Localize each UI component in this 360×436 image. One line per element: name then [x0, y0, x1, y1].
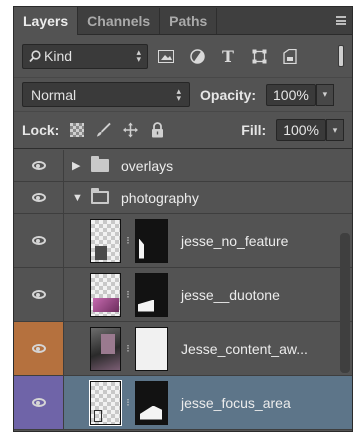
- updown-arrows-icon: ▴ ▾: [136, 47, 141, 64]
- blend-mode-select[interactable]: Normal ▴ ▾: [22, 82, 190, 107]
- folder-icon: [91, 156, 109, 172]
- opacity-dropdown-button[interactable]: ▾: [315, 83, 334, 106]
- updown-arrows-icon: ▴ ▾: [176, 85, 181, 103]
- layer-thumbnail: [90, 326, 121, 371]
- visibility-toggle[interactable]: [14, 322, 64, 375]
- shape-filter-icon[interactable]: [251, 48, 267, 64]
- link-icon: ⁝: [126, 397, 130, 409]
- eye-icon: [31, 398, 46, 407]
- tab-paths[interactable]: Paths: [160, 8, 218, 34]
- filter-kind-select[interactable]: Kind ▴ ▾: [22, 43, 148, 69]
- visibility-toggle[interactable]: [14, 214, 64, 267]
- lock-label: Lock:: [22, 122, 60, 138]
- layer-name: jesse_focus_area: [181, 394, 291, 411]
- fill-dropdown-button[interactable]: ▾: [326, 119, 344, 141]
- filter-toggle-switch[interactable]: [338, 45, 344, 67]
- eye-icon: [31, 290, 46, 299]
- tab-channels[interactable]: Channels: [78, 8, 161, 34]
- link-icon: ⁝: [126, 343, 130, 355]
- layer-name: jesse__duotone: [181, 286, 280, 303]
- fill-field[interactable]: 100%: [276, 119, 326, 141]
- layer-row-selected[interactable]: ⁝ jesse_focus_area: [14, 376, 352, 430]
- layer-row[interactable]: ⁝ Jesse_content_aw...: [14, 322, 352, 376]
- layer-mask-thumbnail: [135, 326, 168, 371]
- layer-row[interactable]: ⁝ jesse__duotone: [14, 268, 352, 322]
- opacity-label: Opacity:: [200, 86, 257, 103]
- eye-icon: [31, 161, 46, 170]
- lock-image-pixels-icon[interactable]: [96, 122, 112, 138]
- layer-mask-thumbnail: [135, 380, 168, 425]
- panel-menu-icon[interactable]: [330, 14, 346, 27]
- search-icon: [29, 49, 41, 62]
- layers-scrollbar[interactable]: [340, 233, 350, 373]
- group-name: overlays: [121, 157, 174, 174]
- layer-mask-thumbnail: [135, 218, 168, 263]
- layer-thumbnail: [90, 218, 121, 263]
- filter-kind-label: Kind: [44, 48, 73, 64]
- layer-thumbnail: [89, 379, 122, 426]
- lock-position-icon[interactable]: [123, 122, 139, 138]
- lock-all-icon[interactable]: [150, 122, 165, 138]
- layer-group-photography[interactable]: ▼ photography: [14, 182, 352, 214]
- lock-row: Lock: Fill: 100% ▾: [14, 111, 352, 149]
- eye-icon: [31, 193, 46, 202]
- open-folder-icon: [91, 188, 109, 204]
- tab-layers[interactable]: Layers: [14, 7, 79, 35]
- visibility-toggle[interactable]: [14, 376, 64, 429]
- smart-object-filter-icon[interactable]: [282, 48, 298, 64]
- image-filter-icon[interactable]: [158, 48, 174, 64]
- visibility-toggle[interactable]: [14, 150, 64, 181]
- layers-panel: Layers Channels Paths Kind ▴ ▾ T Normal …: [13, 6, 353, 432]
- panel-tab-bar: Layers Channels Paths: [14, 7, 352, 35]
- lock-transparent-pixels-icon[interactable]: [69, 123, 84, 138]
- filter-row: Kind ▴ ▾ T: [14, 35, 352, 77]
- layer-row[interactable]: ⁝ jesse_no_feature: [14, 214, 352, 268]
- layer-thumbnail: [90, 272, 121, 317]
- blend-row: Normal ▴ ▾ Opacity: 100% ▾: [14, 77, 352, 111]
- type-filter-icon[interactable]: T: [220, 47, 236, 66]
- blend-mode-value: Normal: [31, 86, 77, 103]
- layer-name: jesse_no_feature: [181, 232, 289, 249]
- fill-label: Fill:: [241, 122, 267, 138]
- layer-name: Jesse_content_aw...: [181, 340, 308, 357]
- opacity-field[interactable]: 100%: [266, 83, 316, 106]
- layer-mask-thumbnail: [135, 272, 168, 317]
- link-icon: ⁝: [126, 235, 130, 247]
- layer-group-overlays[interactable]: ▶ overlays: [14, 150, 352, 182]
- eye-icon: [31, 236, 46, 245]
- layers-list: ▶ overlays ▼ photography ⁝ jesse_no_feat…: [14, 150, 352, 431]
- expand-arrow-icon[interactable]: ▶: [72, 159, 86, 172]
- visibility-toggle[interactable]: [14, 182, 64, 213]
- visibility-toggle[interactable]: [14, 268, 64, 321]
- link-icon: ⁝: [126, 289, 130, 301]
- collapse-arrow-icon[interactable]: ▼: [72, 192, 86, 204]
- group-name: photography: [121, 189, 199, 206]
- eye-icon: [31, 344, 46, 353]
- adjustment-filter-icon[interactable]: [189, 48, 205, 64]
